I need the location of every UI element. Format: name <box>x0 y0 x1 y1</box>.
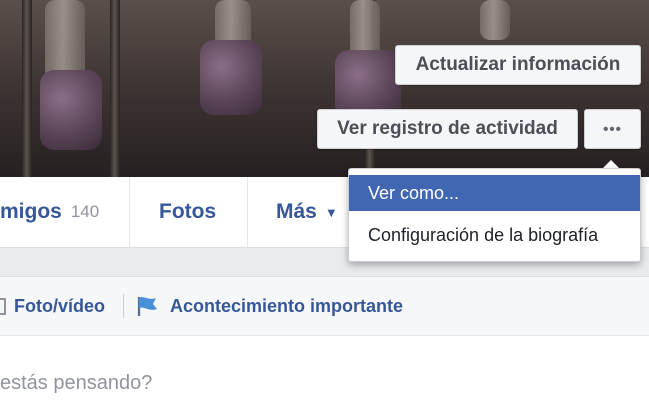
menu-item-view-as[interactable]: Ver como... <box>349 175 640 211</box>
life-event-label: Acontecimiento importante <box>170 295 404 316</box>
cover-arm <box>480 0 510 40</box>
nav-divider <box>129 177 130 247</box>
ellipsis-icon: ••• <box>603 120 622 138</box>
cover-arm <box>45 0 85 80</box>
more-options-menu: Ver como... Configuración de la biografí… <box>348 168 641 262</box>
nav-more-label: Más <box>276 200 317 223</box>
life-event-tab[interactable]: Acontecimiento importante <box>136 277 403 335</box>
friends-count: 140 <box>70 202 100 221</box>
photo-icon <box>0 297 6 315</box>
nav-friends-label: migos <box>0 200 62 223</box>
composer-divider <box>123 294 124 318</box>
nav-more[interactable]: Más ▼ <box>276 177 338 247</box>
cover-photo <box>0 0 649 177</box>
flag-icon <box>137 297 157 316</box>
status-input[interactable]: estás pensando? <box>0 372 152 395</box>
cover-bar <box>110 0 120 177</box>
activity-log-button[interactable]: Ver registro de actividad <box>317 109 578 149</box>
cover-hand <box>200 40 262 115</box>
more-options-button[interactable]: ••• <box>584 109 641 149</box>
caret-down-icon: ▼ <box>324 204 338 220</box>
nav-photos[interactable]: Fotos <box>159 177 216 247</box>
cover-hand <box>40 70 102 150</box>
menu-item-timeline-settings[interactable]: Configuración de la biografía <box>349 217 640 253</box>
composer-actions: Foto/vídeo Acontecimiento importante <box>0 277 649 336</box>
update-info-button[interactable]: Actualizar información <box>395 45 641 85</box>
nav-friends[interactable]: migos 140 <box>0 177 99 247</box>
photo-video-tab[interactable]: Foto/vídeo <box>0 277 105 335</box>
photo-video-label: Foto/vídeo <box>14 295 105 316</box>
cover-bar <box>22 0 32 177</box>
nav-divider <box>247 177 248 247</box>
post-composer: Foto/vídeo Acontecimiento importante est… <box>0 276 649 401</box>
